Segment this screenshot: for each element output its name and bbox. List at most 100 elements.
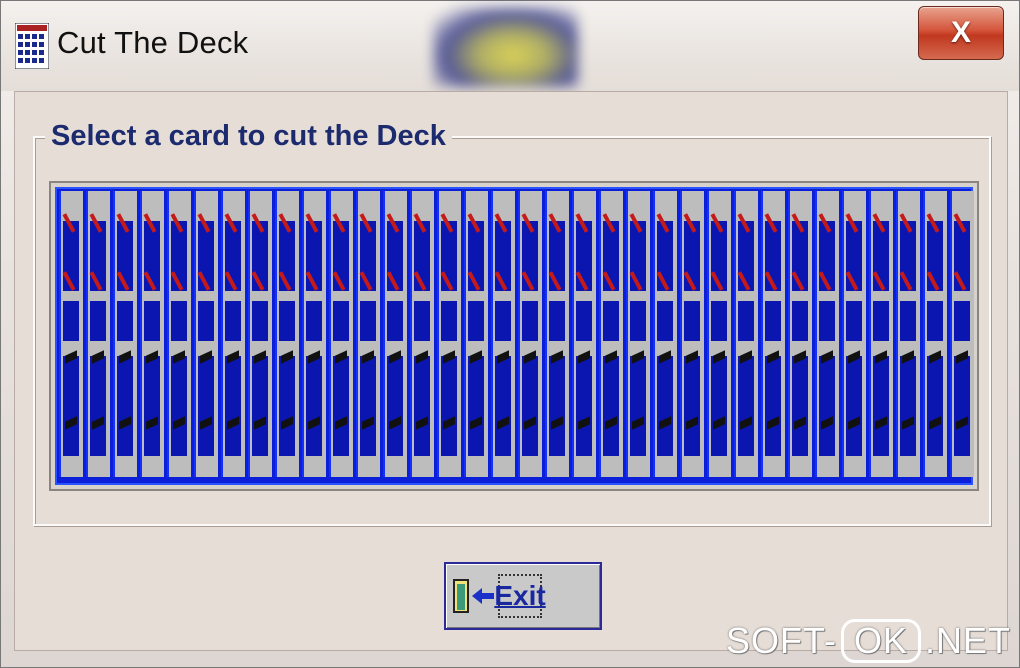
- card-back[interactable]: [923, 191, 947, 477]
- card-pattern: [225, 301, 241, 341]
- card-pattern: [63, 301, 79, 341]
- card-pattern: [765, 356, 781, 456]
- card-pattern: [900, 301, 916, 341]
- card-pattern: [954, 356, 970, 456]
- card-back[interactable]: [194, 191, 218, 477]
- card-pattern: [279, 356, 295, 456]
- card-pattern: [306, 301, 322, 341]
- card-pattern: [468, 301, 484, 341]
- card-pattern: [954, 301, 970, 341]
- title-bar[interactable]: Cut The Deck X: [1, 1, 1019, 91]
- card-back[interactable]: [950, 191, 974, 477]
- card-pattern: [900, 356, 916, 456]
- card-pattern: [306, 356, 322, 456]
- card-pattern: [441, 301, 457, 341]
- card-back[interactable]: [437, 191, 461, 477]
- card-pattern: [630, 301, 646, 341]
- card-pattern: [252, 301, 268, 341]
- card-pattern: [360, 356, 376, 456]
- card-back[interactable]: [113, 191, 137, 477]
- deck-panel: [49, 181, 979, 491]
- card-back[interactable]: [842, 191, 866, 477]
- card-pattern: [468, 356, 484, 456]
- card-back[interactable]: [545, 191, 569, 477]
- card-back[interactable]: [167, 191, 191, 477]
- card-pattern: [63, 356, 79, 456]
- card-pattern: [711, 356, 727, 456]
- card-pattern: [171, 301, 187, 341]
- watermark-right: .NET: [924, 620, 1011, 661]
- card-pattern: [549, 301, 565, 341]
- card-back[interactable]: [518, 191, 542, 477]
- card-pattern: [198, 356, 214, 456]
- card-pattern: [603, 356, 619, 456]
- card-pattern: [522, 301, 538, 341]
- card-back[interactable]: [248, 191, 272, 477]
- card-pattern: [171, 356, 187, 456]
- card-pattern: [657, 301, 673, 341]
- card-pattern: [198, 301, 214, 341]
- card-back[interactable]: [869, 191, 893, 477]
- card-pattern: [576, 356, 592, 456]
- card-pattern: [495, 356, 511, 456]
- card-back[interactable]: [680, 191, 704, 477]
- card-back[interactable]: [653, 191, 677, 477]
- card-pattern: [225, 356, 241, 456]
- card-back[interactable]: [140, 191, 164, 477]
- card-back[interactable]: [572, 191, 596, 477]
- dialog-client-area: Select a card to cut the Deck Exit: [14, 91, 1008, 651]
- card-pattern: [117, 356, 133, 456]
- card-back[interactable]: [302, 191, 326, 477]
- card-back[interactable]: [788, 191, 812, 477]
- exit-door-icon: [453, 579, 494, 613]
- card-pattern: [684, 301, 700, 341]
- exit-button[interactable]: Exit: [444, 562, 602, 630]
- card-pattern: [549, 356, 565, 456]
- card-back[interactable]: [86, 191, 110, 477]
- app-cards-icon: [15, 23, 49, 69]
- card-pattern: [738, 301, 754, 341]
- card-pattern: [360, 301, 376, 341]
- card-back[interactable]: [599, 191, 623, 477]
- groupbox-label: Select a card to cut the Deck: [45, 120, 452, 153]
- card-pattern: [252, 356, 268, 456]
- card-pattern: [279, 301, 295, 341]
- card-pattern: [819, 301, 835, 341]
- card-pattern: [144, 356, 160, 456]
- card-pattern: [603, 301, 619, 341]
- card-back[interactable]: [626, 191, 650, 477]
- card-deck: [55, 187, 974, 485]
- card-back[interactable]: [329, 191, 353, 477]
- card-back[interactable]: [275, 191, 299, 477]
- card-pattern: [90, 356, 106, 456]
- close-button[interactable]: X: [918, 6, 1004, 60]
- card-back[interactable]: [491, 191, 515, 477]
- card-pattern: [657, 356, 673, 456]
- card-pattern: [414, 301, 430, 341]
- card-back[interactable]: [761, 191, 785, 477]
- card-back[interactable]: [707, 191, 731, 477]
- card-pattern: [765, 301, 781, 341]
- card-pattern: [738, 356, 754, 456]
- card-back[interactable]: [464, 191, 488, 477]
- card-back[interactable]: [410, 191, 434, 477]
- card-pattern: [792, 301, 808, 341]
- card-pattern: [333, 301, 349, 341]
- card-pattern: [414, 356, 430, 456]
- card-back[interactable]: [734, 191, 758, 477]
- card-back[interactable]: [221, 191, 245, 477]
- card-pattern: [144, 301, 160, 341]
- card-back[interactable]: [383, 191, 407, 477]
- card-pattern: [387, 301, 403, 341]
- card-pattern: [846, 301, 862, 341]
- watermark-left: SOFT-: [725, 620, 837, 661]
- card-pattern: [522, 356, 538, 456]
- card-pattern: [873, 356, 889, 456]
- card-pattern: [441, 356, 457, 456]
- card-back[interactable]: [896, 191, 920, 477]
- card-back[interactable]: [59, 191, 83, 477]
- watermark-ok: OK: [840, 619, 921, 663]
- card-pattern: [927, 356, 943, 456]
- card-back[interactable]: [815, 191, 839, 477]
- card-back[interactable]: [356, 191, 380, 477]
